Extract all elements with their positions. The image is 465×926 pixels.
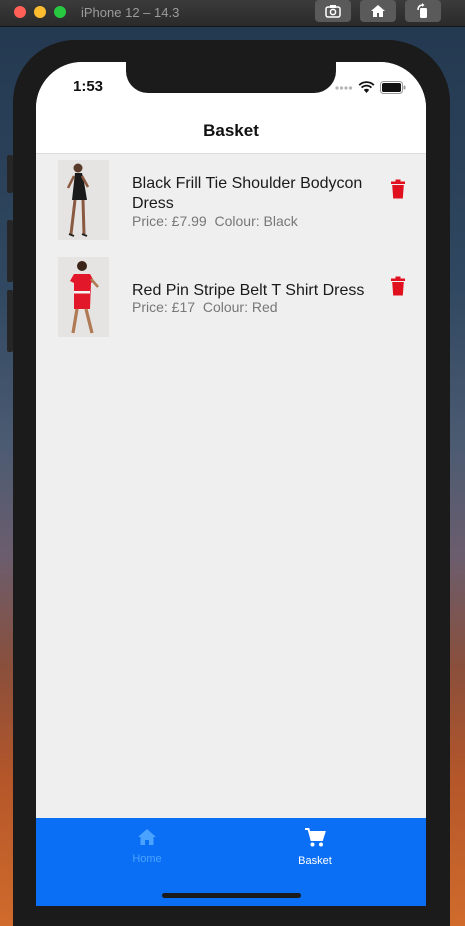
product-meta: Price: £17 Colour: Red	[132, 299, 278, 315]
tab-home[interactable]: Home	[87, 828, 207, 865]
screenshot-button[interactable]	[315, 0, 351, 22]
wifi-icon	[358, 81, 375, 93]
tab-basket[interactable]: Basket	[255, 828, 375, 867]
battery-icon	[380, 81, 406, 94]
status-icons	[335, 81, 406, 94]
product-colour: Colour: Black	[214, 213, 298, 229]
cellular-signal-icon	[335, 85, 353, 90]
trash-icon[interactable]	[390, 276, 406, 296]
simulator-home-button[interactable]	[360, 0, 396, 22]
cart-icon	[305, 828, 326, 847]
tab-basket-label: Basket	[298, 855, 332, 867]
minimize-window-button[interactable]	[34, 6, 46, 18]
trash-icon[interactable]	[390, 179, 406, 199]
rotate-button[interactable]	[405, 0, 441, 22]
close-window-button[interactable]	[14, 6, 26, 18]
product-colour: Colour: Red	[202, 299, 278, 315]
red-dress-photo	[70, 261, 99, 334]
app-screen: 1:53 Basket Black Frill Tie Shoulder Bod…	[36, 62, 426, 906]
tab-home-label: Home	[132, 853, 162, 865]
product-meta: Price: £7.99 Colour: Black	[132, 213, 298, 229]
home-indicator	[162, 893, 301, 898]
simulator-title-bar: iPhone 12 – 14.3	[0, 0, 465, 27]
product-image	[58, 257, 109, 337]
zoom-window-button[interactable]	[54, 6, 66, 18]
window-title: iPhone 12 – 14.3	[81, 5, 180, 20]
home-icon	[371, 5, 385, 17]
product-name: Black Frill Tie Shoulder Bodycon Dress	[132, 175, 363, 212]
home-icon	[138, 829, 156, 845]
rotate-icon	[417, 3, 427, 18]
black-dress-photo	[66, 163, 90, 237]
product-price: Price: £17	[132, 299, 196, 315]
screenshot-icon	[325, 5, 341, 18]
product-image	[58, 160, 109, 240]
product-price: Price: £7.99	[132, 213, 207, 229]
status-time: 1:53	[73, 78, 104, 95]
device-notch	[126, 62, 336, 93]
product-name: Red Pin Stripe Belt T Shirt Dress	[132, 282, 365, 299]
page-title: Basket	[203, 121, 259, 140]
